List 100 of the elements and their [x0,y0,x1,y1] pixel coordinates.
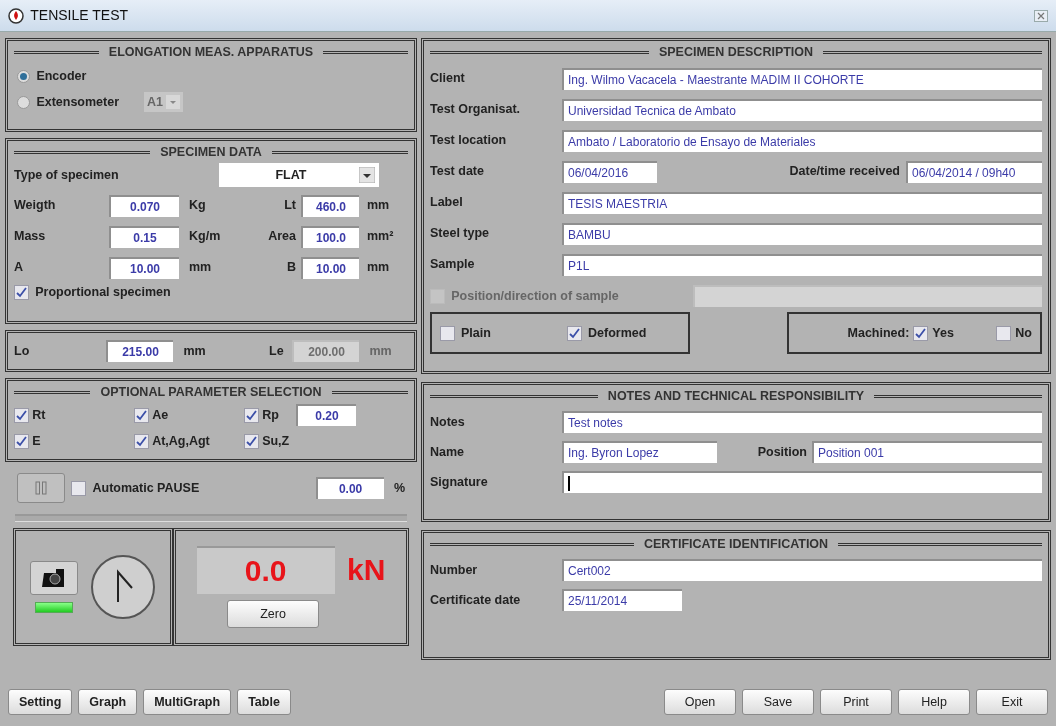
text-field[interactable]: 06/04/2016 [562,160,657,183]
field-label: mm [182,342,207,360]
checkbox[interactable] [14,285,29,300]
field-label: Su,Z [262,432,290,450]
field-label: mm [188,259,213,277]
toolbar-button[interactable]: Table [237,689,291,715]
text-field[interactable]: 0.00 [315,477,384,499]
text-field[interactable]: 0.070 [109,194,179,217]
toolbar-button[interactable]: Graph [78,689,138,715]
field-label: Automatic PAUSE [92,479,201,497]
text-field[interactable]: 100.0 [301,225,359,248]
checkbox[interactable] [567,325,582,341]
field-label: Name [430,443,466,461]
field-label: Steel type [430,225,491,243]
dialog-button[interactable]: Exit [976,689,1048,715]
status-led [34,601,73,613]
checkbox[interactable] [244,433,259,449]
toolbar-button[interactable]: MultiGraph [143,689,232,715]
field-label: Date/time received [788,163,901,181]
field-label: mm [366,197,390,215]
dial-icon [90,554,157,620]
dropdown[interactable]: FLAT [219,163,379,187]
text-field[interactable]: 10.00 [301,256,359,279]
field-label: Plain [461,324,492,342]
field-label: No [1015,324,1032,342]
text-field[interactable]: Position 001 [812,441,1042,463]
pause-icon [35,481,47,496]
field-label: Rt [32,406,46,424]
checkbox[interactable] [996,325,1012,341]
field-label: Signature [430,473,489,491]
toolbar-button[interactable]: Setting [8,689,73,715]
group-title: OPTIONAL PARAMETER SELECTION [99,383,323,401]
group-title: CERTIFICATE IDENTIFICATION [642,535,830,553]
dialog-button[interactable]: Print [820,689,892,715]
checkbox[interactable] [14,407,29,423]
field-label: Machined: [847,324,910,342]
field-label: Kg/m [188,228,222,246]
text-field[interactable]: 460.0 [301,194,359,217]
text-field[interactable]: TESIS MAESTRIA [562,191,1042,214]
field-label: Position [756,443,808,461]
text-field[interactable]: Ambato / Laboratorio de Ensayo de Materiales [562,129,1042,152]
field-label: Lo [14,342,31,360]
field-label: Notes [430,413,466,431]
force-display: 0.0 [196,545,335,594]
field-label: Ae [152,406,169,424]
text-field[interactable]: Universidad Tecnica de Ambato [562,98,1042,121]
text-field[interactable]: Ing. Byron Lopez [562,441,717,463]
dialog-button[interactable]: Open [664,689,736,715]
text-field[interactable]: Test notes [562,411,1042,433]
text-field[interactable]: 0.15 [109,225,179,248]
checkbox[interactable] [913,325,929,341]
field-label: Position/direction of sample [451,287,620,305]
text-field[interactable]: Cert002 [562,559,1042,581]
field-label: Le [268,342,285,360]
text-field[interactable]: 25/11/2014 [562,589,682,611]
field-label: Mass [14,228,47,246]
radio-button[interactable] [17,69,31,83]
dialog-button[interactable]: Save [742,689,814,715]
group-title: ELONGATION MEAS. APPARATUS [107,43,315,61]
text-field[interactable]: 0.20 [295,404,356,426]
checkbox[interactable] [440,325,455,341]
field-label: Test Organisat. [430,101,522,119]
field-label: Type of specimen [14,166,120,184]
checkbox[interactable] [14,433,29,449]
app-icon [8,7,24,24]
zero-button[interactable]: Zero [227,600,319,629]
checkbox[interactable] [244,407,259,423]
field-label: Extensometer [36,93,120,111]
field-label: Deformed [588,324,647,342]
field-label: At,Ag,Agt [152,432,210,450]
field-label: mm [366,259,390,277]
field-label: E [32,432,41,450]
text-field[interactable]: P1L [562,253,1042,276]
field-label: Lt [283,197,297,215]
field-label: Certificate date [430,591,522,609]
field-label: Weigth [14,197,57,215]
field-label: Test date [430,163,485,181]
dialog-button[interactable]: Help [898,689,970,715]
force-unit: kN [347,552,386,589]
field-label: Client [430,70,466,88]
text-field[interactable] [562,471,1042,493]
group-title: NOTES AND TECHNICAL RESPONSIBILITY [606,387,866,405]
text-field[interactable]: Ing. Wilmo Vacacela - Maestrante MADIM II COHORTE [562,67,1042,90]
camera-button[interactable] [29,561,78,596]
field-label: Encoder [36,67,87,85]
checkbox[interactable] [134,433,149,449]
text-field[interactable]: 06/04/2014 / 09h40 [906,160,1042,183]
text-cursor [568,476,570,492]
field-label: Label [430,194,464,212]
text-field[interactable]: BAMBU [562,222,1042,245]
caret-icon[interactable] [359,167,375,183]
close-icon[interactable] [1034,9,1048,22]
checkbox[interactable] [71,480,87,496]
field-label: Yes [932,324,955,342]
field-label: mm² [366,228,394,246]
text-field[interactable]: 10.00 [109,256,179,279]
radio-button[interactable] [17,95,31,109]
text-field[interactable]: 215.00 [105,340,174,362]
group-title: SPECIMEN DATA [159,143,263,161]
checkbox[interactable] [134,407,149,423]
